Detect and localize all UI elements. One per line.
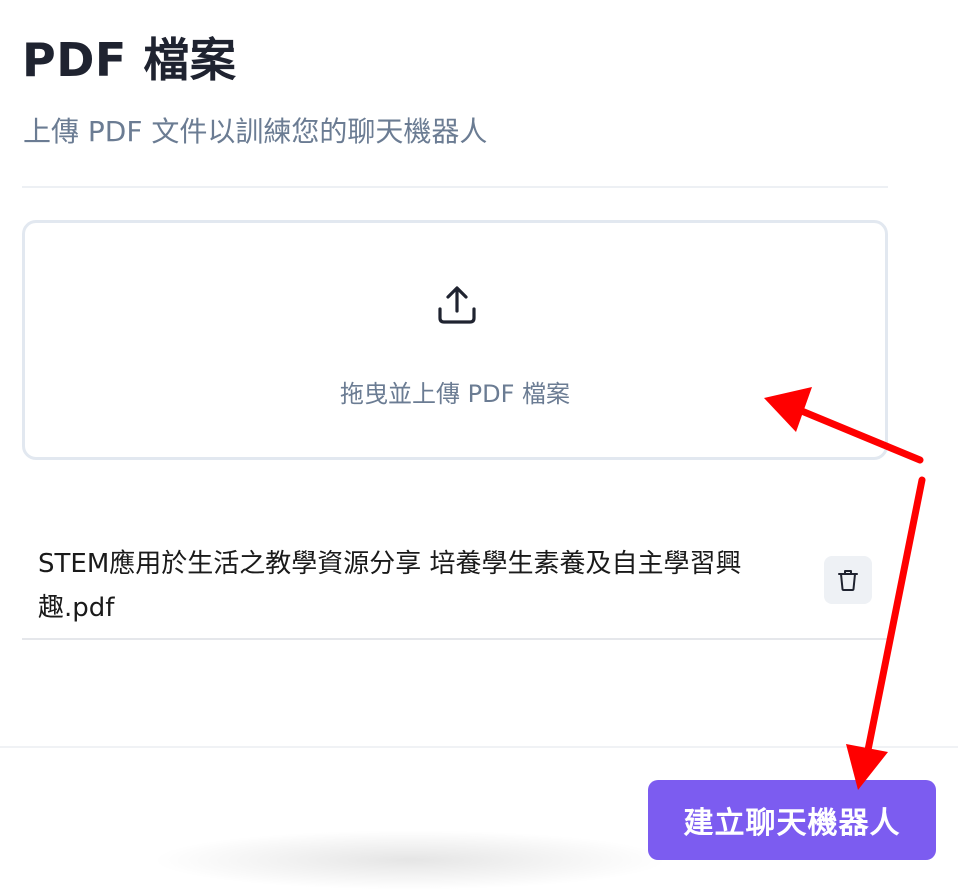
footer-shadow [150, 830, 670, 890]
trash-icon [838, 570, 858, 591]
page-title: PDF 檔案 [22, 33, 237, 87]
upload-icon [435, 283, 479, 327]
page-subtitle: 上傳 PDF 文件以訓練您的聊天機器人 [23, 115, 488, 148]
footer-divider [0, 746, 958, 748]
delete-file-button[interactable] [824, 556, 872, 604]
pdf-dropzone[interactable]: 拖曳並上傳 PDF 檔案 [22, 220, 888, 460]
file-list-item: STEM應用於生活之教學資源分享 培養學生素養及自主學習興趣.pdf [22, 528, 888, 638]
header-divider [22, 186, 888, 188]
file-name: STEM應用於生活之教學資源分享 培養學生素養及自主學習興趣.pdf [38, 549, 742, 623]
file-divider [22, 638, 888, 640]
create-chatbot-button[interactable]: 建立聊天機器人 [648, 780, 936, 860]
dropzone-label: 拖曳並上傳 PDF 檔案 [339, 380, 570, 408]
